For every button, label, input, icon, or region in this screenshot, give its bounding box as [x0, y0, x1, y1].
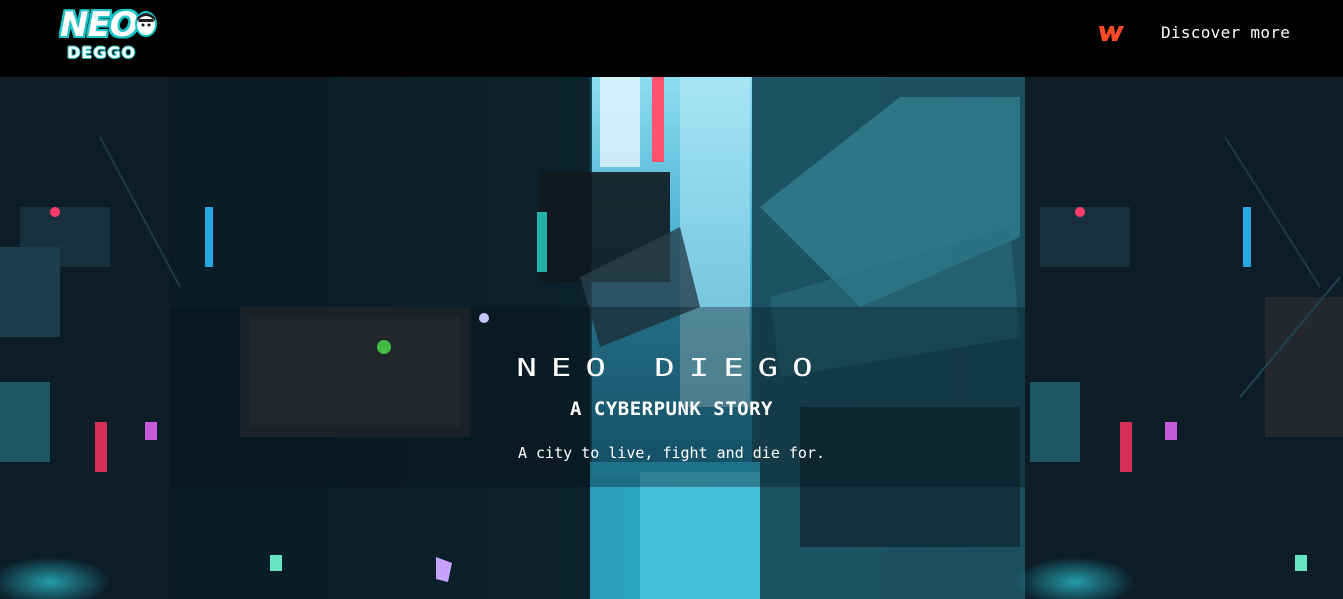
logo-top-text: NEO: [60, 5, 139, 45]
hero-section: NEO DIEGO A CYBERPUNK STORY A city to li…: [0, 77, 1343, 599]
logo-character-head-icon: [135, 11, 157, 37]
top-navigation-bar: NEO DEGGO Discover more: [0, 0, 1343, 77]
hero-tagline: A city to live, fight and die for.: [517, 444, 826, 462]
hero-title: NEO DIEGO: [516, 353, 827, 383]
w-logo-icon[interactable]: [1097, 22, 1125, 44]
logo-top-row: NEO: [60, 5, 139, 45]
cyberpunk-city-background-image: [0, 77, 1343, 599]
logo-bottom-text: DEGGO: [67, 43, 137, 62]
neo-deggo-logo[interactable]: NEO DEGGO: [60, 7, 158, 63]
discover-more-link[interactable]: Discover more: [1161, 22, 1290, 44]
hero-subtitle: A CYBERPUNK STORY: [570, 397, 773, 420]
